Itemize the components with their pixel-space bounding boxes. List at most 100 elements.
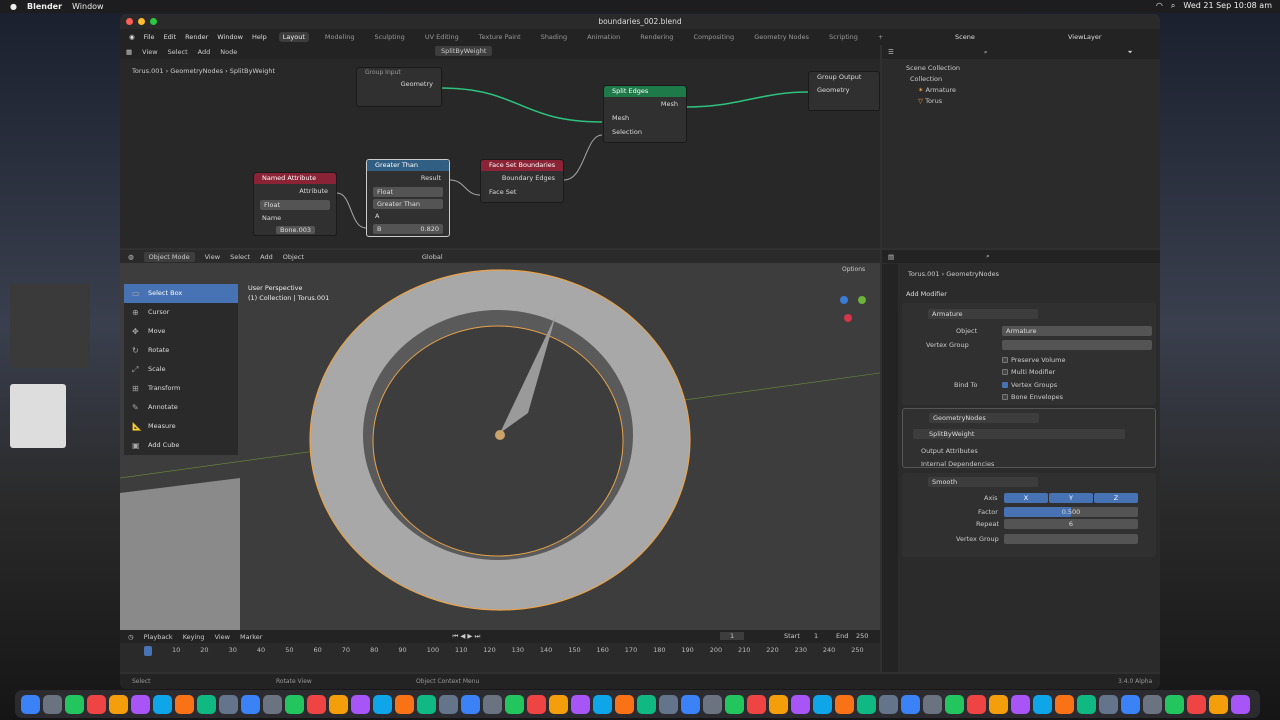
tab-scripting[interactable]: Scripting [825,32,862,42]
tab-modeling[interactable]: Modeling [321,32,359,42]
search-icon[interactable]: ⌕ [1171,1,1175,11]
menu-edit[interactable]: Edit [164,33,177,41]
smooth-axis-y[interactable]: Y [1049,493,1093,503]
desktop-window-thumb-2[interactable] [10,384,66,448]
timeline[interactable]: ◷ Playback Keying View Marker ⏮ ◀ ▶ ⏭ 1 … [120,630,880,672]
dock-app-icon[interactable] [65,694,84,714]
node-greater-than[interactable]: Greater Than Result Float Greater Than A… [366,159,450,237]
dock-app-icon[interactable] [857,694,876,714]
properties-editor[interactable]: ▤ ⌕ Torus.001 › GeometryNodes Add Modifi… [882,250,1160,672]
dock-app-icon[interactable] [593,694,612,714]
dock-app-icon[interactable] [1143,694,1162,714]
gizmo-x-icon[interactable] [844,314,852,322]
armature-vgroup-field[interactable] [1002,340,1152,350]
menu-window[interactable]: Window [217,33,243,41]
3d-viewport[interactable]: ◍ Object Mode View Select Add Object Glo… [120,250,880,630]
dock-app-icon[interactable] [725,694,744,714]
smooth-vgroup-field[interactable] [1004,534,1138,544]
dock-app-icon[interactable] [1231,694,1250,714]
named-attr-name-field[interactable]: Bone.003 [276,226,316,234]
dock-app-icon[interactable] [109,694,128,714]
start-frame-field[interactable]: 1 [814,632,818,640]
timeline-menu-view[interactable]: View [215,633,230,641]
dock-app-icon[interactable] [351,694,370,714]
tool-transform[interactable]: ⊞ Transform [124,379,238,398]
play-button-icon[interactable]: ⏮ ◀ ▶ ⏭ [452,632,480,641]
dock-app-icon[interactable] [439,694,458,714]
outliner-armature[interactable]: ✶ Armature [906,85,960,96]
outliner-collection[interactable]: Collection [906,74,960,85]
current-frame-field[interactable]: 1 [720,632,745,640]
dock-app-icon[interactable] [263,694,282,714]
named-attr-type-dropdown[interactable]: Float [260,200,330,210]
smooth-repeat-field[interactable]: 6 [1004,519,1138,529]
tool-rotate[interactable]: ↻ Rotate [124,341,238,360]
object-mode-dropdown[interactable]: Object Mode [143,251,195,262]
apple-icon[interactable]: ● [10,2,17,11]
viewport-type-icon[interactable]: ◍ [128,253,134,261]
smooth-axis-z[interactable]: Z [1094,493,1138,503]
dock-app-icon[interactable] [1121,694,1140,714]
timeline-menu-keying[interactable]: Keying [183,633,205,641]
dock-app-icon[interactable] [527,694,546,714]
outliner-scene-collection[interactable]: Scene Collection [906,63,960,74]
dock-app-icon[interactable] [615,694,634,714]
desktop-window-thumb-1[interactable] [10,284,90,368]
tab-compositing[interactable]: Compositing [689,32,738,42]
node-group-input[interactable]: Group Input Geometry [356,67,442,107]
dock-app-icon[interactable] [1099,694,1118,714]
dock-app-icon[interactable] [175,694,194,714]
dock-app-icon[interactable] [87,694,106,714]
dock-app-icon[interactable] [747,694,766,714]
properties-type-icon[interactable]: ▤ [888,253,894,261]
armature-object-field[interactable]: Armature [1002,326,1152,336]
node-editor[interactable]: ▦ View Select Add Node SplitByWeight Tor… [120,45,880,248]
dock-app-icon[interactable] [131,694,150,714]
outliner[interactable]: ☰ ⌕ ⏷ Scene Collection Collection ✶ Arma… [882,45,1160,248]
multi-modifier-checkbox[interactable]: Multi Modifier [1002,368,1055,376]
tab-texture-paint[interactable]: Texture Paint [475,32,525,42]
outliner-torus[interactable]: ▽ Torus [906,96,960,107]
tab-sculpting[interactable]: Sculpting [370,32,408,42]
node-group-output[interactable]: Group Output Geometry [808,71,880,111]
dock-app-icon[interactable] [417,694,436,714]
viewport-menu-add[interactable]: Add [260,253,273,261]
add-workspace-icon[interactable]: + [874,32,887,42]
dock-app-icon[interactable] [637,694,656,714]
view-layer-selector[interactable]: ViewLayer [1068,33,1102,41]
orientation-dropdown[interactable]: Global [422,253,443,261]
dock-app-icon[interactable] [1055,694,1074,714]
node-split-edges[interactable]: Split Edges Mesh Mesh Selection [603,85,687,143]
tool-move[interactable]: ✥ Move [124,322,238,341]
menubar-app-name[interactable]: Blender [27,2,62,11]
dock-app-icon[interactable] [483,694,502,714]
dock-app-icon[interactable] [329,694,348,714]
menu-render[interactable]: Render [185,33,208,41]
dock-app-icon[interactable] [923,694,942,714]
dock-app-icon[interactable] [1033,694,1052,714]
dock-app-icon[interactable] [153,694,172,714]
tab-shading[interactable]: Shading [537,32,571,42]
outliner-type-icon[interactable]: ☰ [888,48,894,56]
dock-app-icon[interactable] [1165,694,1184,714]
tool-scale[interactable]: ⤢ Scale [124,360,238,379]
vertex-groups-checkbox[interactable]: Vertex Groups [1002,381,1057,389]
internal-dependencies-toggle[interactable]: Internal Dependencies [921,460,994,468]
dock-app-icon[interactable] [1187,694,1206,714]
tool-measure[interactable]: 📐 Measure [124,417,238,436]
dock-app-icon[interactable] [21,694,40,714]
dock-app-icon[interactable] [703,694,722,714]
tab-uv-editing[interactable]: UV Editing [421,32,463,42]
dock-app-icon[interactable] [461,694,480,714]
scene-selector[interactable]: Scene [955,33,975,41]
preserve-volume-checkbox[interactable]: Preserve Volume [1002,356,1065,364]
filter-icon[interactable]: ⏷ [1127,48,1132,57]
node-face-set-boundaries[interactable]: Face Set Boundaries Boundary Edges Face … [480,159,564,203]
smooth-axis-x[interactable]: X [1004,493,1048,503]
tab-animation[interactable]: Animation [583,32,624,42]
dock-app-icon[interactable] [241,694,260,714]
menubar-clock[interactable]: Wed 21 Sep 10:08 am [1183,1,1272,11]
dock-app-icon[interactable] [1209,694,1228,714]
add-modifier-button[interactable]: Add Modifier [906,290,1156,298]
menu-file[interactable]: File [144,33,155,41]
